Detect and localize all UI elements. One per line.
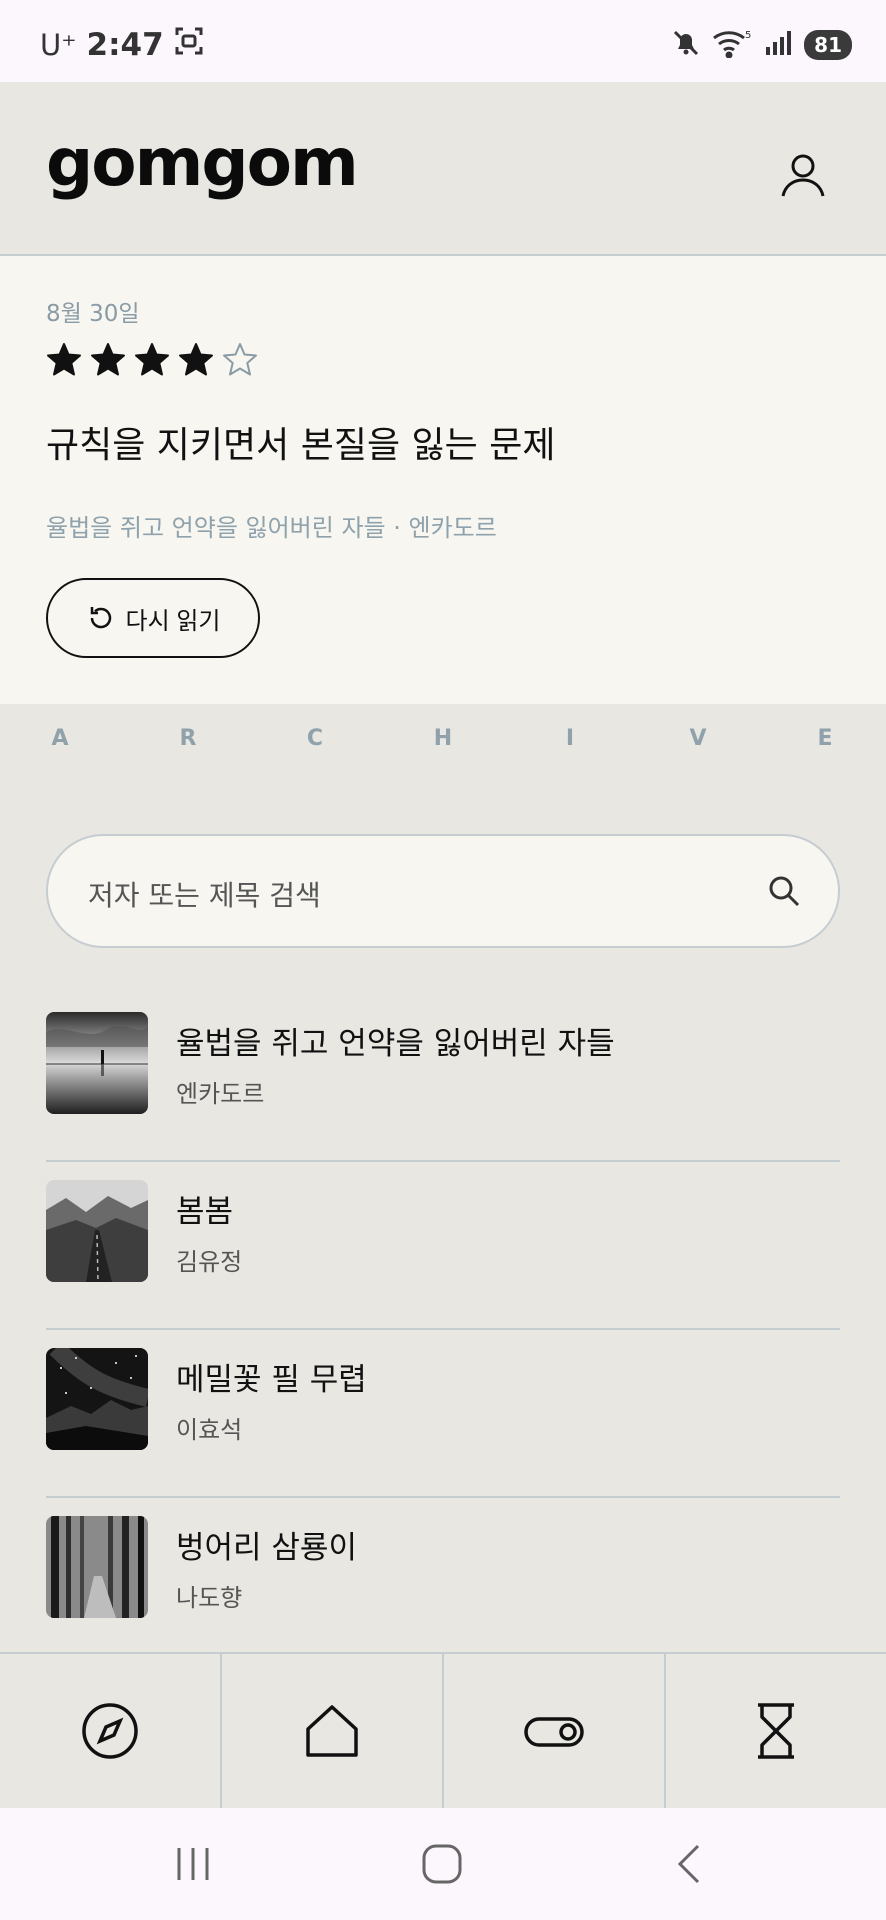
featured-source: 율법을 쥐고 언약을 잃어버린 자들 · 엔카도르 [46, 514, 497, 542]
archive-section: A R C H I V E 저자 또는 제목 검색 율법을 쥐고 언약을 잃어버… [0, 704, 886, 1652]
recents-icon[interactable] [171, 1842, 215, 1886]
screenshot-icon [174, 26, 204, 64]
search-input[interactable]: 저자 또는 제목 검색 [46, 834, 840, 948]
star-filled-icon [47, 343, 81, 376]
reread-button[interactable]: 다시 읽기 [46, 578, 260, 658]
system-navigation-bar [0, 1808, 886, 1920]
app-header: gomgom [0, 82, 886, 256]
back-icon[interactable] [668, 1842, 712, 1886]
star-rating [46, 342, 258, 378]
user-icon [781, 154, 825, 197]
list-item[interactable]: 봄봄 김유정 [46, 1162, 840, 1330]
star-filled-icon [91, 343, 125, 376]
book-list: 율법을 쥐고 언약을 잃어버린 자들 엔카도르 봄봄 김유정 메밀꽃 필 무렵 … [46, 994, 840, 1652]
item-author: 나도향 [176, 1584, 243, 1612]
search-placeholder: 저자 또는 제목 검색 [88, 879, 321, 912]
list-item[interactable]: 율법을 쥐고 언약을 잃어버린 자들 엔카도르 [46, 994, 840, 1162]
star-empty-icon [223, 343, 257, 376]
starry-mountain-photo [46, 1348, 148, 1450]
app-logo: gomgom [46, 124, 359, 201]
item-author: 이효석 [176, 1416, 243, 1444]
item-title: 율법을 쥐고 언약을 잃어버린 자들 [176, 1026, 615, 1062]
star-filled-icon [179, 343, 213, 376]
item-title: 메밀꽃 필 무렵 [176, 1362, 367, 1398]
wifi-icon: 5 [712, 28, 752, 62]
nav-history-button[interactable] [666, 1654, 886, 1808]
profile-button[interactable] [780, 152, 826, 198]
nav-explore-button[interactable] [0, 1654, 222, 1808]
mute-icon [672, 29, 700, 61]
clock: 2:47 [86, 27, 164, 63]
archive-letter: E [817, 726, 833, 751]
archive-letter: C [306, 726, 324, 751]
reread-label: 다시 읽기 [125, 607, 221, 635]
item-title: 봄봄 [176, 1194, 234, 1230]
home-circle-icon[interactable] [420, 1842, 464, 1886]
nav-home-button[interactable] [222, 1654, 444, 1808]
archive-letter: H [433, 726, 453, 751]
svg-text:5: 5 [745, 30, 751, 41]
carrier-label: U⁺ [40, 28, 77, 62]
signal-icon [764, 29, 792, 61]
list-item[interactable]: 벙어리 삼룡이 나도향 [46, 1498, 840, 1652]
hourglass-icon [758, 1703, 794, 1759]
status-bar: U⁺ 2:47 5 81 [0, 0, 886, 82]
archive-letter: V [689, 726, 707, 751]
featured-card: 8월 30일 규칙을 지키면서 본질을 잃는 문제 율법을 쥐고 언약을 잃어버… [0, 256, 886, 704]
battery-indicator: 81 [804, 30, 852, 60]
bottom-navigation [0, 1652, 886, 1808]
home-icon [306, 1705, 358, 1757]
item-title: 벙어리 삼룡이 [176, 1530, 357, 1566]
compass-icon [82, 1703, 138, 1759]
archive-letter: I [565, 726, 575, 751]
star-filled-icon [135, 343, 169, 376]
list-item[interactable]: 메밀꽃 필 무렵 이효석 [46, 1330, 840, 1498]
mountain-road-photo [46, 1180, 148, 1282]
archive-letter: R [179, 726, 197, 751]
featured-title: 규칙을 지키면서 본질을 잃는 문제 [46, 425, 556, 466]
nav-settings-button[interactable] [444, 1654, 666, 1808]
search-icon[interactable] [766, 873, 802, 909]
toggle-icon [524, 1717, 584, 1747]
item-author: 엔카도르 [176, 1080, 265, 1108]
refresh-icon [90, 607, 111, 629]
archive-letter: A [51, 726, 69, 751]
item-author: 김유정 [176, 1248, 243, 1276]
featured-date: 8월 30일 [46, 301, 140, 327]
lake-reflection-photo [46, 1012, 148, 1114]
forest-path-photo [46, 1516, 148, 1618]
